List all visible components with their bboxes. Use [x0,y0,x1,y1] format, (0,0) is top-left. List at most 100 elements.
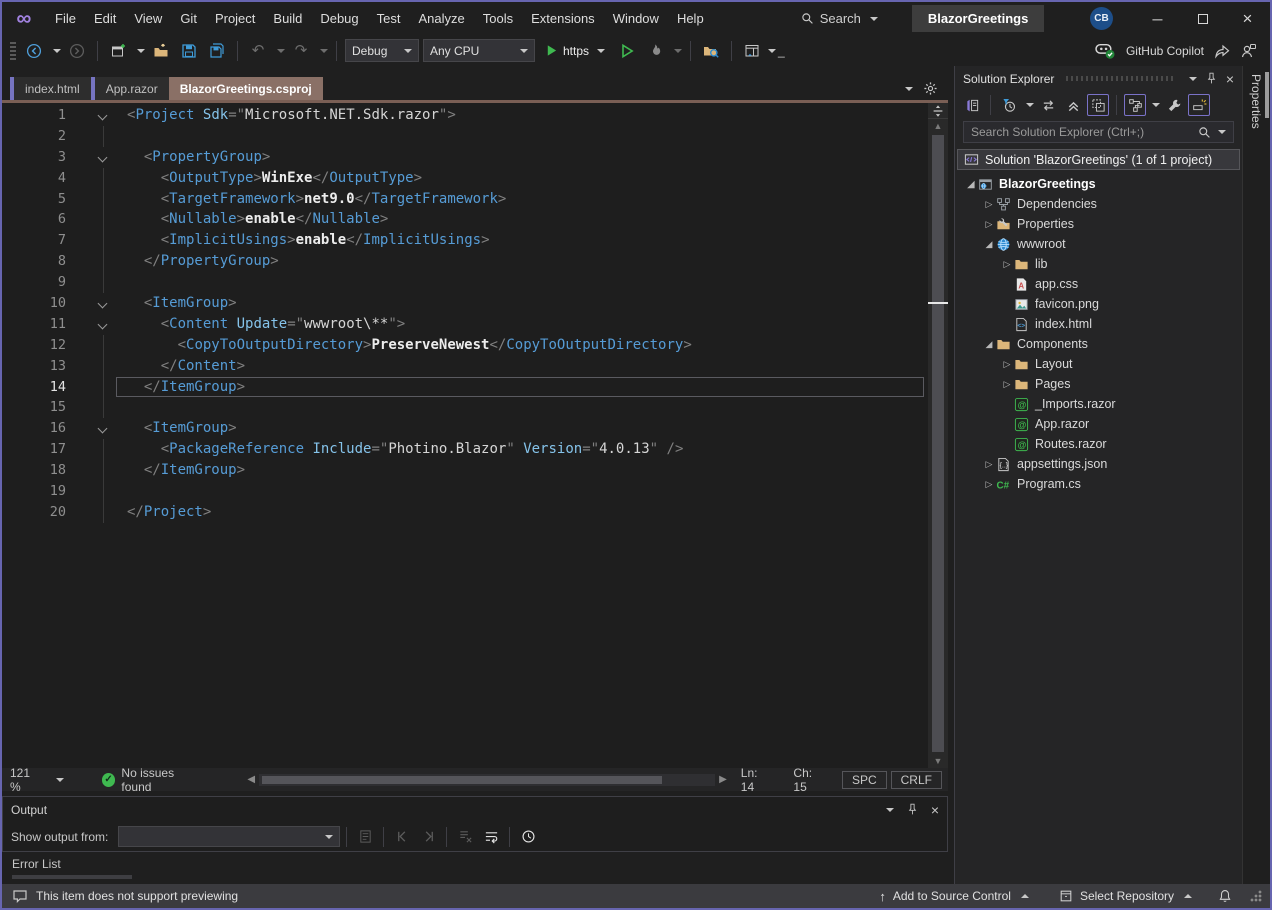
search-box[interactable]: Search [791,8,888,29]
health-indicator[interactable]: ✓ No issues found [102,766,206,794]
code-line-16[interactable]: 16 <ItemGroup> [2,418,928,439]
code-line-17[interactable]: 17 <PackageReference Include="Photino.Bl… [2,439,928,460]
solution-node[interactable]: Solution 'BlazorGreetings' (1 of 1 proje… [957,149,1240,170]
redo-button[interactable]: ↷ [289,39,313,63]
output-source-dropdown[interactable] [118,826,340,847]
code-line-14[interactable]: 14 </ItemGroup> [2,377,928,398]
view-scope-button[interactable] [1124,94,1146,116]
tab-blazorgreetings-csproj[interactable]: BlazorGreetings.csproj [169,77,323,100]
minimize-button[interactable]: ─ [1135,2,1180,35]
prev-message-button[interactable] [390,826,414,848]
tree-item-routes-razor[interactable]: @Routes.razor [955,434,1242,454]
hot-reload-button[interactable] [643,39,667,63]
editor-split-handle[interactable] [928,103,948,119]
word-wrap-button[interactable] [479,826,503,848]
editor-horizontal-scrollbar[interactable]: ◀ ▶ [243,774,730,786]
fold-toggle[interactable] [72,105,127,126]
switch-views-button[interactable] [961,94,983,116]
tree-item-components[interactable]: ◢Components [955,334,1242,354]
save-all-button[interactable] [205,39,229,63]
start-debugging-button[interactable]: https [539,39,611,63]
expand-arrow-icon[interactable]: ▷ [983,459,995,470]
expand-arrow-icon[interactable]: ◢ [983,339,995,350]
notifications-bell-button[interactable] [1210,884,1240,908]
tree-item-program-cs[interactable]: ▷C#Program.cs [955,474,1242,494]
close-button[interactable]: × [1225,2,1270,35]
hscroll-thumb[interactable] [262,776,662,784]
zoom-level-dropdown[interactable]: 121 % [2,768,72,791]
error-list-panel[interactable]: Error List [2,852,948,884]
code-line-13[interactable]: 13 </Content> [2,356,928,377]
expand-arrow-icon[interactable]: ▷ [1001,379,1013,390]
tree-item-layout[interactable]: ▷Layout [955,354,1242,374]
code-line-15[interactable]: 15 [2,397,928,418]
start-without-debugging-button[interactable] [615,39,639,63]
undo-button[interactable]: ↶ [246,39,270,63]
menu-debug[interactable]: Debug [311,2,367,35]
code-line-4[interactable]: 4 <OutputType>WinExe</OutputType> [2,168,928,189]
tree-item-appsettings-json[interactable]: ▷{..}appsettings.json [955,454,1242,474]
code-line-2[interactable]: 2 [2,126,928,147]
menu-tools[interactable]: Tools [474,2,522,35]
open-folder-button[interactable] [149,39,173,63]
code-line-3[interactable]: 3 <PropertyGroup> [2,147,928,168]
log-to-file-button[interactable] [353,826,377,848]
tree-item-wwwroot[interactable]: ◢wwwroot [955,234,1242,254]
menu-window[interactable]: Window [604,2,668,35]
code-line-11[interactable]: 11 <Content Update="wwwroot\**"> [2,314,928,335]
menu-edit[interactable]: Edit [85,2,125,35]
send-feedback-icon[interactable] [1240,43,1256,59]
solution-configuration-dropdown[interactable]: Debug [345,39,419,62]
panel-drag-grip[interactable] [1066,76,1173,81]
menu-git[interactable]: Git [171,2,206,35]
expand-arrow-icon[interactable]: ▷ [983,479,995,490]
cursor-column-indicator[interactable]: Ch: 15 [783,766,838,794]
expand-arrow-icon[interactable]: ▷ [983,219,995,230]
toolbar-overflow-icon[interactable] [768,49,776,53]
expand-arrow-icon[interactable]: ◢ [965,179,977,190]
code-line-10[interactable]: 10 <ItemGroup> [2,293,928,314]
tree-item-lib[interactable]: ▷lib [955,254,1242,274]
tree-item-index-html[interactable]: <>index.html [955,314,1242,334]
menu-analyze[interactable]: Analyze [409,2,473,35]
filter-pending-changes-button[interactable] [998,94,1020,116]
solution-explorer-header[interactable]: Solution Explorer × [955,66,1242,91]
tree-item-blazorgreetings[interactable]: ◢BlazorGreetings [955,174,1242,194]
output-panel-pin-icon[interactable] [906,803,919,816]
github-copilot-icon[interactable] [1094,41,1116,60]
code-line-9[interactable]: 9 [2,272,928,293]
editor-options-gear-icon[interactable] [923,81,938,96]
fold-toggle[interactable] [72,314,127,335]
solution-explorer-close-icon[interactable]: × [1226,71,1234,87]
code-line-8[interactable]: 8 </PropertyGroup> [2,251,928,272]
line-ending-indicator[interactable]: CRLF [891,771,942,789]
solution-explorer-search-input[interactable]: Search Solution Explorer (Ctrl+;) [963,121,1234,143]
find-in-files-button[interactable] [699,39,723,63]
code-line-12[interactable]: 12 <CopyToOutputDirectory>PreserveNewest… [2,335,928,356]
sync-with-active-document-button[interactable] [1037,94,1059,116]
solution-explorer-pin-icon[interactable] [1205,72,1218,85]
code-line-20[interactable]: 20</Project> [2,502,928,523]
menu-help[interactable]: Help [668,2,713,35]
tab-index-html[interactable]: index.html [10,77,91,100]
menu-project[interactable]: Project [206,2,264,35]
solution-platform-dropdown[interactable]: Any CPU [423,39,535,62]
tree-item-properties[interactable]: ▷Properties [955,214,1242,234]
scrollbar-down-arrow[interactable]: ▼ [934,754,943,768]
navigate-back-caret-icon[interactable] [53,49,61,53]
user-avatar[interactable]: CB [1090,7,1113,30]
scrollbar-thumb[interactable] [932,135,944,752]
clear-all-button[interactable] [453,826,477,848]
expand-arrow-icon[interactable]: ▷ [1001,259,1013,270]
solution-explorer-menu-icon[interactable] [1189,77,1197,81]
menu-view[interactable]: View [125,2,171,35]
code-line-5[interactable]: 5 <TargetFramework>net9.0</TargetFramewo… [2,189,928,210]
tree-item-app-css[interactable]: Aapp.css [955,274,1242,294]
expand-arrow-icon[interactable]: ◢ [983,239,995,250]
solution-explorer-toolbar-button[interactable] [740,39,764,63]
hscroll-track[interactable] [259,774,715,786]
copilot-label[interactable]: GitHub Copilot [1126,44,1204,58]
expand-arrow-icon[interactable]: ▷ [1001,359,1013,370]
output-panel-header[interactable]: Output × [3,797,947,822]
tree-item-dependencies[interactable]: ▷Dependencies [955,194,1242,214]
